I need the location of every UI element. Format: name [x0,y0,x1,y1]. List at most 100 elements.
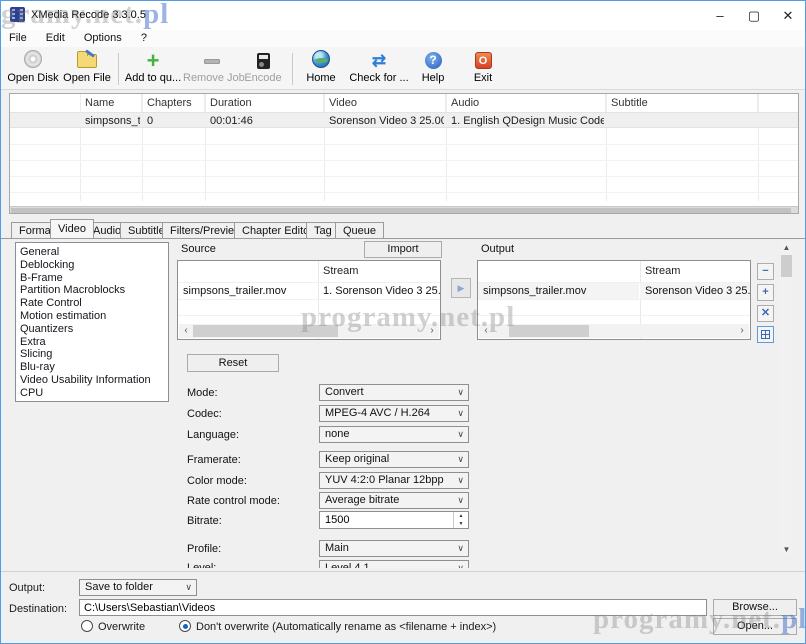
stream-remove-button[interactable]: − [757,263,774,280]
column-header-audio[interactable]: Audio [446,94,606,112]
list-item-blu-ray[interactable]: Blu-ray [20,361,168,374]
list-item-rate-control[interactable]: Rate Control [20,297,168,310]
browse-button[interactable]: Browse... [713,599,797,616]
column-header-subtitle[interactable]: Subtitle [606,94,758,112]
scroll-right-icon[interactable]: › [735,324,749,338]
source-stream-cell[interactable]: 1. Sorenson Video 3 25.00 Hz, [318,283,440,299]
job-list-hscrollbar[interactable] [10,206,798,213]
vscroll-thumb[interactable] [781,255,792,277]
chevron-down-icon: ∨ [457,473,464,488]
open-disk-button[interactable]: Open Disk [7,50,59,87]
profile-select[interactable]: Main ∨ [319,540,469,557]
add-to-queue-label: Add to qu... [124,72,182,84]
rate-control-mode-select[interactable]: Average bitrate ∨ [319,492,469,509]
scroll-down-icon[interactable]: ▼ [780,543,793,556]
overwrite-radio[interactable] [81,620,93,632]
tab-queue[interactable]: Queue [335,222,384,238]
tab-video[interactable]: Video [50,219,94,238]
help-button[interactable]: ? Help [414,50,452,87]
language-select[interactable]: none ∨ [319,426,469,443]
list-item-extra[interactable]: Extra [20,336,168,349]
codec-value: MPEG-4 AVC / H.264 [325,407,430,419]
overwrite-radio-label[interactable]: Overwrite [98,621,145,633]
list-item-motion-estimation[interactable]: Motion estimation [20,310,168,323]
stream-delete-button[interactable]: ✕ [757,305,774,322]
encode-button[interactable]: Encode [241,50,285,87]
mode-select[interactable]: Convert ∨ [319,384,469,401]
remove-job-button[interactable]: Remove Job [183,50,241,87]
list-item-slicing[interactable]: Slicing [20,348,168,361]
open-file-button[interactable]: Open File [61,50,113,87]
list-item-deblocking[interactable]: Deblocking [20,259,168,272]
column-header-duration[interactable]: Duration [205,94,324,112]
menu-options[interactable]: Options [76,30,130,46]
maximize-button[interactable]: ▢ [737,1,771,30]
dont-overwrite-radio[interactable] [179,620,191,632]
color-mode-select[interactable]: YUV 4:2:0 Planar 12bpp ∨ [319,472,469,489]
codec-select[interactable]: MPEG-4 AVC / H.264 ∨ [319,405,469,422]
chevron-down-icon: ∨ [457,541,464,556]
scroll-left-icon[interactable]: ‹ [479,324,493,338]
list-item-cpu[interactable]: CPU [20,387,168,400]
video-tab-page: General Deblocking B-Frame Partition Mac… [1,239,805,568]
list-item-general[interactable]: General [20,246,168,259]
output-settings-panel: Output: Save to folder ∨ Destination: Br… [1,571,805,644]
question-icon: ? [425,52,442,69]
source-file-cell[interactable]: simpsons_trailer.mov [178,283,317,299]
transfer-stream-button[interactable]: ▶ [451,278,471,298]
destination-input[interactable] [79,599,707,616]
play-right-icon: ▶ [458,283,465,293]
menu-help[interactable]: ? [133,30,155,46]
framerate-select[interactable]: Keep original ∨ [319,451,469,468]
spinner-arrows[interactable]: ▲▼ [453,512,468,528]
toolbar: Open Disk Open File + Add to qu... Remov… [1,47,805,90]
output-hscrollbar[interactable]: ‹ › [479,324,749,338]
column-header-chapters[interactable]: Chapters [142,94,205,112]
source-hscrollbar[interactable]: ‹ › [179,324,439,338]
close-button[interactable]: ✕ [771,1,805,30]
output-stream-header[interactable]: Stream [640,261,750,281]
open-button[interactable]: Open... [713,618,797,635]
tab-vscrollbar[interactable]: ▲ ▼ [780,241,793,556]
add-to-queue-button[interactable]: + Add to qu... [124,50,182,87]
chevron-down-icon: ∨ [457,427,464,442]
job-row[interactable]: simpsons_t... 0 00:01:46 Sorenson Video … [10,112,798,128]
plus-icon: + [762,286,768,298]
bitrate-input[interactable] [320,512,452,528]
level-select[interactable]: Level 4.1 ∨ [319,560,469,568]
framerate-label: Framerate: [187,454,241,466]
home-button[interactable]: Home [299,50,343,87]
column-header-name[interactable]: Name [80,94,142,112]
open-file-label: Open File [61,72,113,84]
scroll-up-icon[interactable]: ▲ [780,241,793,254]
chevron-down-icon: ∨ [457,385,464,400]
scroll-right-icon[interactable]: › [425,324,439,338]
stream-order-button[interactable] [757,326,774,343]
output-file-cell[interactable]: simpsons_trailer.mov [478,283,639,299]
output-mode-select[interactable]: Save to folder ∨ [79,579,197,596]
help-label: Help [414,72,452,84]
list-item-partition-macroblocks[interactable]: Partition Macroblocks [20,284,168,297]
column-header-video[interactable]: Video [324,94,446,112]
job-video: Sorenson Video 3 25.00 H... [324,114,444,128]
list-item-b-frame[interactable]: B-Frame [20,272,168,285]
stream-add-button[interactable]: + [757,284,774,301]
output-stream-cell[interactable]: Sorenson Video 3 25.00 Hz, [640,283,750,299]
list-item-video-usability-information[interactable]: Video Usability Information [20,374,168,387]
menu-file[interactable]: File [1,30,35,46]
check-for-updates-button[interactable]: ⇄ Check for ... [347,50,411,87]
source-stream-header[interactable]: Stream [318,261,440,281]
menu-edit[interactable]: Edit [38,30,73,46]
dont-overwrite-radio-label[interactable]: Don't overwrite (Automatically rename as… [196,621,496,633]
app-window: XMedia Recode 3.3.0.5 – ▢ ✕ File Edit Op… [0,0,806,644]
minimize-button[interactable]: – [703,1,737,30]
reset-button[interactable]: Reset [187,354,279,372]
list-item-quantizers[interactable]: Quantizers [20,323,168,336]
exit-button[interactable]: O Exit [461,50,505,87]
scroll-left-icon[interactable]: ‹ [179,324,193,338]
job-chapters: 0 [142,114,203,128]
menu-bar: File Edit Options ? [1,30,805,47]
minus-icon: − [762,265,768,277]
import-button[interactable]: Import [364,241,442,258]
color-mode-value: YUV 4:2:0 Planar 12bpp [325,474,444,486]
